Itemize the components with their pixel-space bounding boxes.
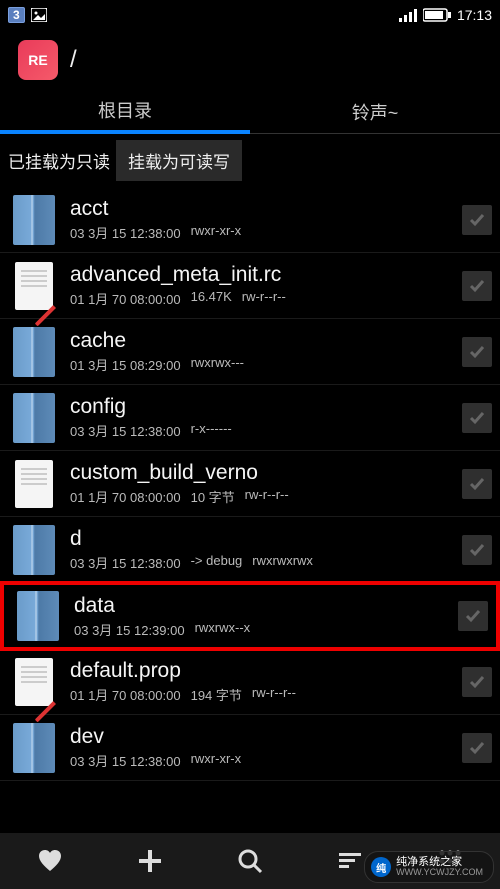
notification-badge: 3 (8, 7, 25, 23)
file-meta: 01 1月 70 08:00:00194 字节rw-r--r-- (70, 685, 462, 704)
file-meta: 03 3月 15 12:39:00rwxrwx--x (74, 620, 458, 639)
file-meta: 03 3月 15 12:38:00rwxr-xr-x (70, 223, 462, 242)
file-name: data (74, 594, 458, 618)
search-button[interactable] (200, 833, 300, 889)
battery-icon (423, 8, 451, 22)
tab-1[interactable]: 铃声~ (250, 90, 500, 134)
file-name: acct (70, 197, 462, 221)
checkbox[interactable] (462, 271, 492, 301)
file-name: dev (70, 725, 462, 749)
file-row[interactable]: d 03 3月 15 12:38:00-> debugrwxrwxrwx (0, 517, 500, 583)
file-name: custom_build_verno (70, 461, 462, 485)
app-header: RE / (0, 30, 500, 90)
file-name: default.prop (70, 659, 462, 683)
file-row[interactable]: cache 01 3月 15 08:29:00rwxrwx--- (0, 319, 500, 385)
status-right: 17:13 (399, 7, 492, 23)
file-icon (15, 460, 53, 508)
file-name: cache (70, 329, 462, 353)
file-edit-icon (15, 262, 53, 310)
tab-0[interactable]: 根目录 (0, 90, 250, 134)
mount-rw-button[interactable]: 挂载为可读写 (116, 140, 242, 181)
file-meta: 03 3月 15 12:38:00rwxr-xr-x (70, 751, 462, 770)
file-meta: 01 1月 70 08:00:0016.47Krw-r--r-- (70, 289, 462, 308)
watermark-logo: 纯 (371, 857, 391, 877)
checkbox[interactable] (462, 403, 492, 433)
folder-icon (13, 525, 55, 575)
folder-icon (13, 393, 55, 443)
folder-icon (13, 195, 55, 245)
file-row[interactable]: config 03 3月 15 12:38:00r-x------ (0, 385, 500, 451)
tabs: 根目录铃声~ (0, 90, 500, 134)
file-meta: 03 3月 15 12:38:00r-x------ (70, 421, 462, 440)
status-time: 17:13 (457, 7, 492, 23)
file-meta: 01 3月 15 08:29:00rwxrwx--- (70, 355, 462, 374)
file-row[interactable]: data 03 3月 15 12:39:00rwxrwx--x (0, 581, 500, 651)
file-row[interactable]: acct 03 3月 15 12:38:00rwxr-xr-x (0, 187, 500, 253)
file-name: config (70, 395, 462, 419)
signal-icon (399, 8, 417, 22)
file-row[interactable]: dev 03 3月 15 12:38:00rwxr-xr-x (0, 715, 500, 781)
checkbox[interactable] (458, 601, 488, 631)
checkbox[interactable] (462, 337, 492, 367)
checkbox[interactable] (462, 733, 492, 763)
mount-status-label: 已挂载为只读 (2, 142, 116, 179)
sort-icon (337, 851, 363, 871)
search-icon (237, 848, 263, 874)
watermark: 纯 纯净系统之家 WWW.YCWJZY.COM (364, 851, 494, 883)
file-meta: 01 1月 70 08:00:0010 字节rw-r--r-- (70, 487, 462, 506)
file-meta: 03 3月 15 12:38:00-> debugrwxrwxrwx (70, 553, 462, 572)
plus-icon (137, 848, 163, 874)
checkbox[interactable] (462, 667, 492, 697)
checkbox[interactable] (462, 205, 492, 235)
add-button[interactable] (100, 833, 200, 889)
checkbox[interactable] (462, 535, 492, 565)
status-bar: 3 17:13 (0, 0, 500, 30)
folder-icon (17, 591, 59, 641)
path-text[interactable]: / (70, 46, 77, 74)
file-edit-icon (15, 658, 53, 706)
folder-icon (13, 723, 55, 773)
folder-icon (13, 327, 55, 377)
file-list: acct 03 3月 15 12:38:00rwxr-xr-x advanced_m… (0, 187, 500, 781)
file-name: advanced_meta_init.rc (70, 263, 462, 287)
status-left: 3 (8, 7, 47, 23)
watermark-line2: WWW.YCWJZY.COM (396, 868, 483, 878)
file-name: d (70, 527, 462, 551)
favorite-button[interactable] (0, 833, 100, 889)
heart-icon (37, 849, 63, 873)
app-icon[interactable]: RE (18, 40, 58, 80)
file-row[interactable]: default.prop 01 1月 70 08:00:00194 字节rw-r-… (0, 649, 500, 715)
gallery-icon (31, 8, 47, 22)
file-row[interactable]: advanced_meta_init.rc 01 1月 70 08:00:0016… (0, 253, 500, 319)
file-row[interactable]: custom_build_verno 01 1月 70 08:00:0010 字节… (0, 451, 500, 517)
mount-bar: 已挂载为只读 挂载为可读写 (0, 134, 500, 187)
checkbox[interactable] (462, 469, 492, 499)
